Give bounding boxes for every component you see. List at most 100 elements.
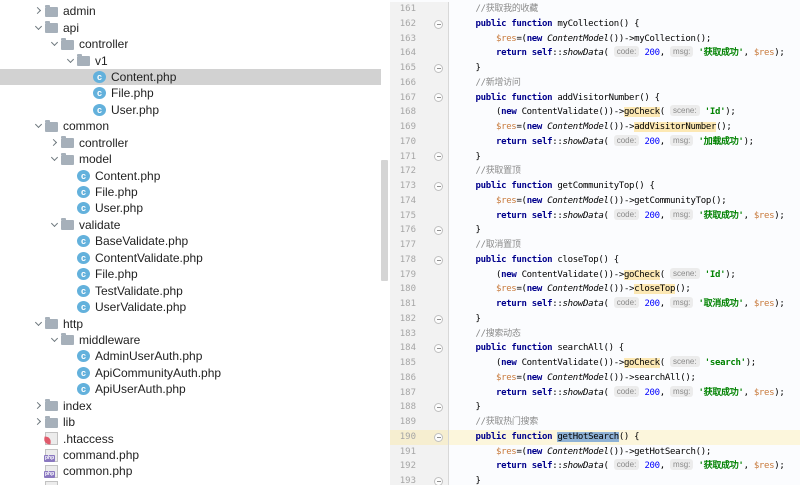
chevron-icon[interactable] <box>33 5 45 17</box>
folder-icon <box>45 415 58 428</box>
code-line[interactable]: 172 //获取置顶 <box>390 164 800 179</box>
code-line[interactable]: 162 public function myCollection() { <box>390 16 800 32</box>
tree-item-label: index <box>63 398 92 413</box>
fold-marker-icon[interactable] <box>434 476 443 485</box>
code-line[interactable]: 174 $res=(new ContentModel())->getCommun… <box>390 193 800 209</box>
chevron-icon[interactable] <box>33 120 45 132</box>
code-line[interactable]: 179 (new ContentValidate())->goCheck( sc… <box>390 267 800 283</box>
tree-item[interactable]: lib <box>0 414 381 430</box>
code-line[interactable]: 169 $res=(new ContentModel())->addVisito… <box>390 120 800 135</box>
code-line[interactable]: 161 //获取我的收藏 <box>390 2 800 17</box>
code-line[interactable]: 188 } <box>390 400 800 415</box>
fold-marker-icon[interactable] <box>434 432 443 442</box>
tree-item[interactable]: c User.php <box>0 200 381 216</box>
code-text: return self::showData( code: 200, msg: '… <box>495 46 785 59</box>
code-line[interactable]: 170 return self::showData( code: 200, ms… <box>390 134 800 150</box>
tree-item[interactable]: c Content.php <box>0 167 381 183</box>
code-line[interactable]: 176 } <box>390 223 800 238</box>
code-line[interactable]: 189 //获取热门搜索 <box>390 415 800 430</box>
tree-item[interactable]: controller <box>0 36 381 52</box>
code-line[interactable]: 168 (new ContentValidate())->goCheck( sc… <box>390 105 800 120</box>
line-number: 186 <box>399 372 416 383</box>
code-line[interactable]: 180 $res=(new ContentModel())->closeTop(… <box>390 282 800 297</box>
fold-marker-icon[interactable] <box>434 403 443 413</box>
chevron-icon[interactable] <box>33 22 45 34</box>
code-line[interactable]: 190 public function getHotSearch() { <box>390 429 800 445</box>
fold-marker-icon[interactable] <box>434 255 443 265</box>
tree-item[interactable]: c AdminUserAuth.php <box>0 348 381 364</box>
tree-item[interactable]: c File.php <box>0 266 381 282</box>
fold-marker-icon[interactable] <box>434 152 443 162</box>
tree-item[interactable]: v1 <box>0 52 381 68</box>
fold-marker-icon[interactable] <box>434 226 443 236</box>
tree-item[interactable]: admin <box>0 3 381 19</box>
tree-item[interactable]: c TestValidate.php <box>0 282 381 298</box>
code-line[interactable]: 181 return self::showData( code: 200, ms… <box>390 297 800 312</box>
fold-marker-icon[interactable] <box>434 19 443 29</box>
tree-item[interactable]: c UserValidate.php <box>0 299 381 315</box>
fold-marker-icon[interactable] <box>434 63 443 73</box>
fold-marker-icon[interactable] <box>434 314 443 324</box>
chevron-icon[interactable] <box>49 219 61 231</box>
code-line[interactable]: 164 return self::showData( code: 200, ms… <box>390 46 800 61</box>
tree-item[interactable]: controller <box>0 135 381 151</box>
tree-item[interactable]: php command.php <box>0 447 381 463</box>
chevron-icon[interactable] <box>49 153 61 165</box>
tree-item[interactable]: c ApiUserAuth.php <box>0 381 381 397</box>
editor-panel[interactable]: 161 //获取我的收藏 162 public function myColle… <box>390 0 800 485</box>
code-line[interactable]: 173 public function getCommunityTop() { <box>390 179 800 194</box>
code-text: } <box>455 151 481 162</box>
code-line[interactable]: 182 } <box>390 311 800 327</box>
tree-item[interactable]: http <box>0 315 381 331</box>
code-line[interactable]: 178 public function closeTop() { <box>390 252 800 268</box>
code-line[interactable]: 165 } <box>390 61 800 76</box>
chevron-icon[interactable] <box>33 400 45 412</box>
tree-item[interactable]: c File.php <box>0 85 381 101</box>
fold-marker-icon[interactable] <box>434 181 443 191</box>
tree-item[interactable]: c BaseValidate.php <box>0 233 381 249</box>
tree-item[interactable]: index <box>0 398 381 414</box>
class-icon: c <box>77 383 90 396</box>
code-line[interactable]: 163 $res=(new ContentModel())->myCollect… <box>390 31 800 47</box>
tree-item[interactable]: c ApiCommunityAuth.php <box>0 365 381 381</box>
chevron-icon <box>65 202 77 214</box>
class-icon: c <box>93 103 106 116</box>
tree-item[interactable]: c User.php <box>0 102 381 118</box>
tree-item[interactable]: c ContentValidate.php <box>0 250 381 266</box>
tree-item[interactable]: c File.php <box>0 184 381 200</box>
tree-item[interactable]: api <box>0 19 381 35</box>
code-line[interactable]: 186 $res=(new ContentModel())->searchAll… <box>390 370 800 386</box>
chevron-icon[interactable] <box>65 55 77 67</box>
chevron-icon[interactable] <box>33 416 45 428</box>
chevron-icon[interactable] <box>49 38 61 50</box>
fold-marker-icon[interactable] <box>434 93 443 103</box>
tree-item[interactable]: php common.php <box>0 463 381 479</box>
tree-item[interactable]: validate <box>0 217 381 233</box>
chevron-icon[interactable] <box>33 318 45 330</box>
tree-item[interactable]: middleware <box>0 332 381 348</box>
tree-item[interactable]: common <box>0 118 381 134</box>
code-line[interactable]: 166 //新增访问 <box>390 75 800 91</box>
code-line[interactable]: 175 return self::showData( code: 200, ms… <box>390 208 800 224</box>
fold-marker-icon[interactable] <box>434 344 443 354</box>
tree-item[interactable]: php <box>0 480 381 485</box>
code-line[interactable]: 185 (new ContentValidate())->goCheck( sc… <box>390 356 800 371</box>
code-line[interactable]: 167 public function addVisitorNumber() { <box>390 90 800 106</box>
code-line[interactable]: 171 } <box>390 149 800 165</box>
code-line[interactable]: 193 } <box>390 474 800 485</box>
gutter: 172 <box>390 164 449 179</box>
tree-item[interactable]: model <box>0 151 381 167</box>
tree-item[interactable]: .htaccess <box>0 430 381 446</box>
chevron-icon[interactable] <box>49 334 61 346</box>
code-line[interactable]: 177 //取消置顶 <box>390 238 800 253</box>
code-line[interactable]: 192 return self::showData( code: 200, ms… <box>390 459 800 474</box>
line-number: 167 <box>399 92 416 103</box>
line-number: 165 <box>399 63 416 73</box>
code-line[interactable]: 187 return self::showData( code: 200, ms… <box>390 385 800 401</box>
code-line[interactable]: 184 public function searchAll() { <box>390 341 800 356</box>
code-line[interactable]: 191 $res=(new ContentModel())->getHotSea… <box>390 444 800 460</box>
tree-item[interactable]: c Content.php <box>0 68 381 86</box>
tree-scrollbar-thumb[interactable] <box>381 160 388 281</box>
code-line[interactable]: 183 //搜索动态 <box>390 326 800 342</box>
chevron-icon[interactable] <box>49 137 61 149</box>
